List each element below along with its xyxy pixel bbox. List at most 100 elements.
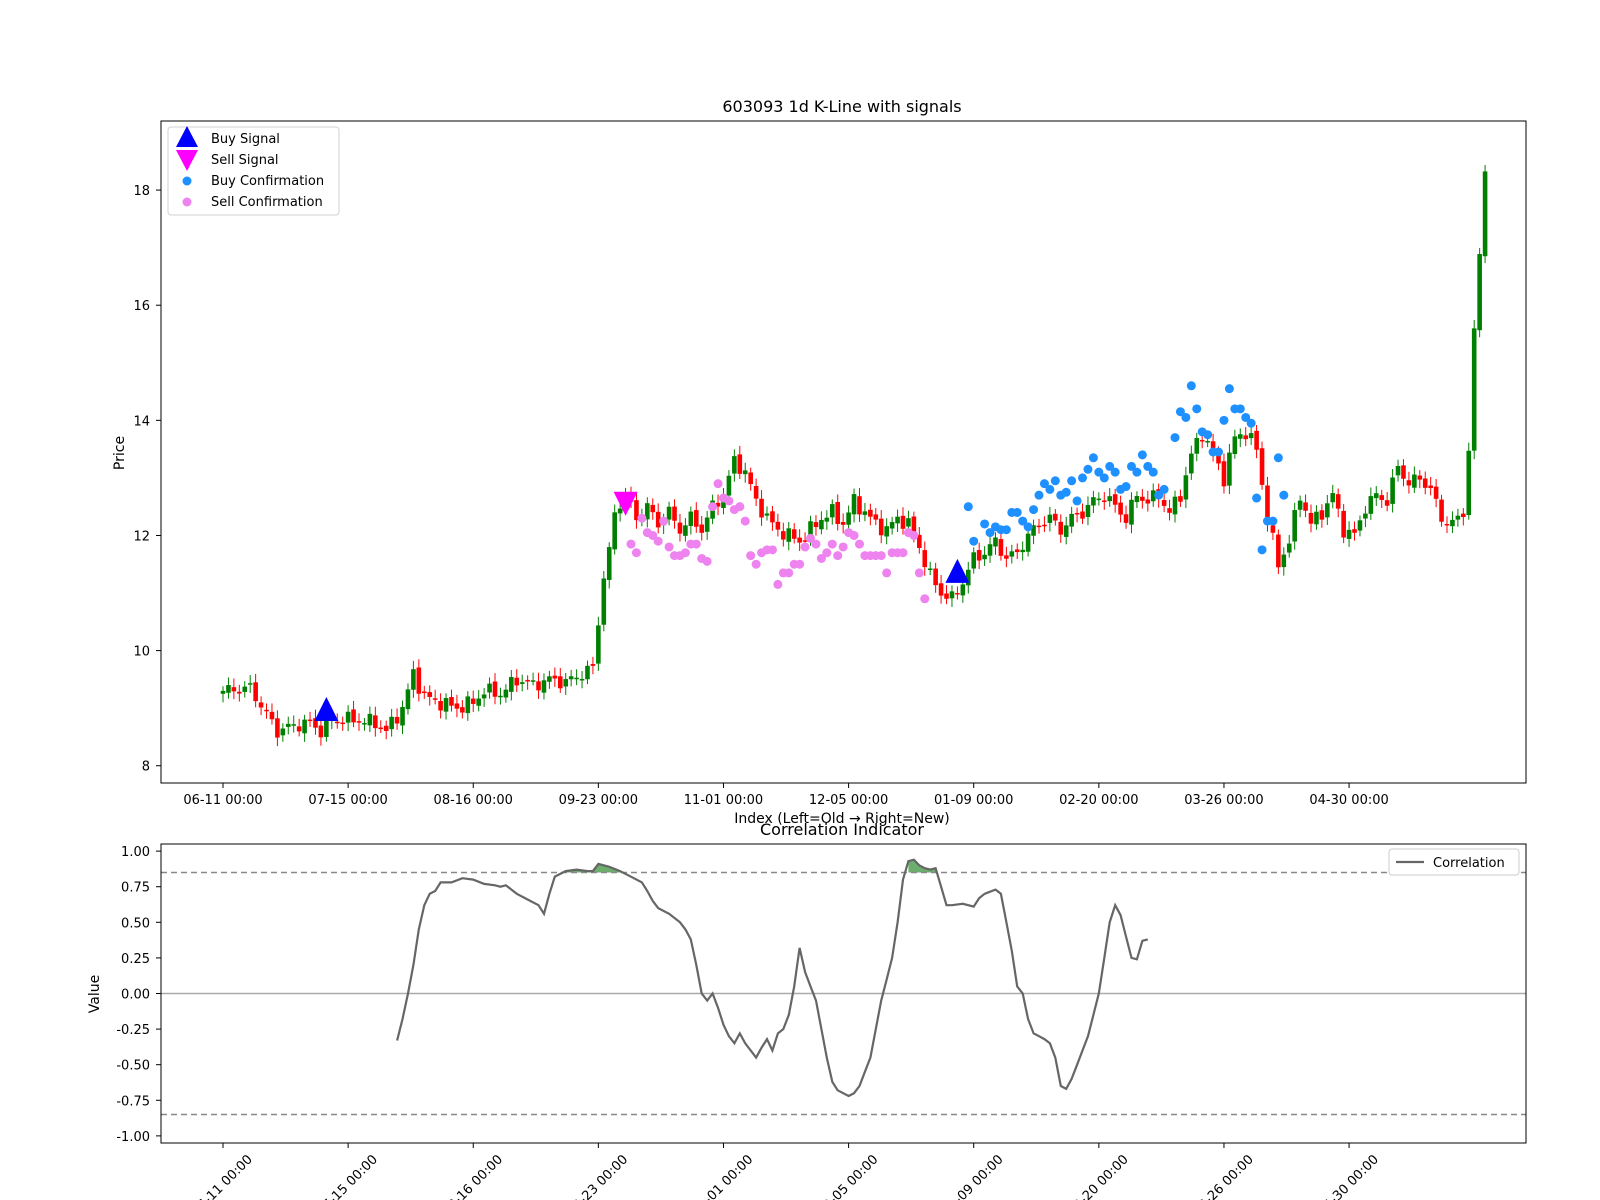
candle-body xyxy=(922,550,928,568)
candle xyxy=(1194,432,1200,462)
candle-body xyxy=(1096,498,1102,501)
candle xyxy=(1091,490,1096,514)
buy-confirmation-point xyxy=(1083,464,1093,474)
candle-body xyxy=(949,591,955,599)
candle xyxy=(1183,466,1189,509)
candle-body xyxy=(1189,453,1194,474)
candle xyxy=(612,504,617,555)
candle-body xyxy=(492,681,498,697)
candle-body xyxy=(460,707,465,713)
candle-body xyxy=(481,694,487,699)
candle-body xyxy=(541,680,547,693)
candle xyxy=(1063,516,1069,545)
buy-confirmation-point xyxy=(1246,418,1256,428)
candle xyxy=(427,685,433,706)
candle xyxy=(1248,424,1254,446)
candle xyxy=(509,670,514,701)
candle-body xyxy=(427,692,433,697)
candle-body xyxy=(1281,554,1287,568)
candle-body xyxy=(1053,513,1058,521)
candle xyxy=(895,509,900,532)
buy-confirmation-point xyxy=(1088,453,1098,463)
candle-body xyxy=(1140,496,1145,501)
candle-body xyxy=(269,711,275,720)
candle xyxy=(873,507,879,526)
candle xyxy=(917,527,922,554)
candle xyxy=(650,498,656,520)
candle xyxy=(1297,495,1303,518)
candle xyxy=(857,488,862,522)
candle xyxy=(770,505,775,531)
candle xyxy=(302,714,307,742)
candle-body xyxy=(487,683,492,693)
candle-body xyxy=(1335,494,1341,509)
candle-body xyxy=(552,675,558,679)
candle-body xyxy=(362,723,367,725)
candle xyxy=(1444,516,1450,533)
buy-confirmation-point xyxy=(969,536,979,546)
candle-body xyxy=(1352,529,1357,533)
candle xyxy=(264,703,269,719)
sell-confirmation-point xyxy=(854,539,864,549)
candle xyxy=(356,713,362,731)
candle xyxy=(1292,502,1297,550)
candle xyxy=(813,515,819,536)
candle xyxy=(1401,459,1406,487)
candle xyxy=(1014,543,1020,560)
candle-body xyxy=(1112,494,1118,505)
candle xyxy=(449,689,454,712)
candle-body xyxy=(612,512,617,550)
y-tick-label: 10 xyxy=(133,645,150,660)
candle xyxy=(699,515,705,541)
candle-body xyxy=(786,528,792,542)
candle xyxy=(568,669,574,687)
candle-body xyxy=(411,669,416,690)
candle xyxy=(1417,470,1423,489)
candle-body xyxy=(775,521,781,530)
sell-confirmation-point xyxy=(811,539,821,549)
candle-body xyxy=(574,677,579,680)
candle xyxy=(503,684,509,703)
candle xyxy=(487,677,492,699)
candle xyxy=(868,503,873,526)
candle-body xyxy=(237,691,242,694)
candle-body xyxy=(1069,513,1074,527)
candle-body xyxy=(873,514,879,520)
legend-label: Sell Confirmation xyxy=(211,195,323,210)
candle-body xyxy=(373,715,378,729)
candle-body xyxy=(987,544,993,556)
candle-body xyxy=(1194,438,1200,454)
candle xyxy=(378,720,384,734)
legend-label: Buy Confirmation xyxy=(211,174,324,189)
candle-body xyxy=(334,721,340,724)
candle xyxy=(280,723,286,742)
corr-ylabel: Value xyxy=(87,975,103,1013)
buy-confirmation-point xyxy=(1050,476,1060,486)
candle-body xyxy=(933,568,938,586)
candle-body xyxy=(829,504,835,518)
candle-body xyxy=(982,554,987,560)
y-tick-label: 14 xyxy=(133,414,150,429)
candle-body xyxy=(318,725,324,738)
candle-body xyxy=(1042,524,1047,527)
candle xyxy=(454,694,460,718)
candle-body xyxy=(351,709,356,723)
candle xyxy=(982,546,987,566)
candle xyxy=(1286,534,1292,558)
legend-label: Buy Signal xyxy=(211,132,280,147)
sell-confirmation-point xyxy=(713,479,723,489)
kline-legend: Buy Signal Sell Signal Buy Confirmation Sel… xyxy=(167,126,340,216)
candle-body xyxy=(579,679,585,681)
candle xyxy=(1237,428,1243,448)
candle-body xyxy=(258,702,264,708)
candle-body xyxy=(1412,474,1417,488)
candle xyxy=(1189,445,1194,480)
candle xyxy=(1319,504,1325,528)
candle xyxy=(530,672,536,686)
candle-body xyxy=(1292,510,1297,542)
candle xyxy=(878,510,884,544)
buy-confirmation-point xyxy=(1110,467,1120,477)
candle-body xyxy=(1063,525,1069,537)
candle xyxy=(753,478,759,506)
candle xyxy=(1221,453,1227,494)
